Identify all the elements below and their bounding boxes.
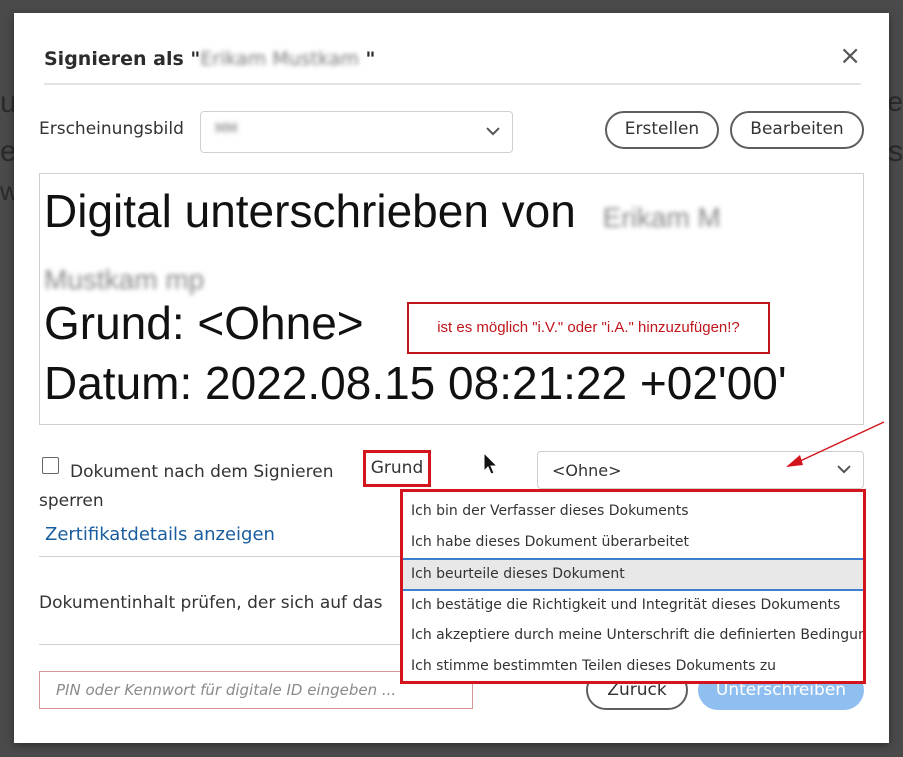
certificate-details-link[interactable]: Zertifikatdetails anzeigen bbox=[45, 524, 275, 545]
divider bbox=[39, 644, 401, 645]
title-divider bbox=[44, 83, 861, 85]
reason-option[interactable]: Ich habe dieses Dokument überarbeitet bbox=[403, 527, 863, 558]
lock-label-line2: sperren bbox=[39, 491, 104, 511]
reason-option-highlighted[interactable]: Ich beurteile dieses Dokument bbox=[403, 558, 863, 589]
reason-option[interactable]: Ich bin der Verfasser dieses Dokuments bbox=[403, 496, 863, 527]
reason-selected-value: <Ohne> bbox=[552, 461, 622, 480]
signer-name-blurred: Erikam Mustkam bbox=[200, 48, 359, 70]
preview-line-signed-by: Digital unterschrieben von Erikam M bbox=[44, 185, 721, 237]
title-prefix: Signieren als " bbox=[44, 48, 201, 70]
preview-date-line: Datum: 2022.08.15 08:21:22 +02'00' bbox=[44, 357, 787, 409]
preview-name-blurred: Mustkam mp bbox=[44, 264, 205, 295]
appearance-value: MM bbox=[215, 122, 238, 137]
lock-label-line1: Dokument nach dem Signieren bbox=[70, 462, 334, 482]
preview-name-blurred: Erikam M bbox=[602, 202, 721, 233]
signature-preview: Digital unterschrieben von Erikam M Must… bbox=[39, 173, 864, 425]
dialog-title: Signieren als "Erikam Mustkam " bbox=[44, 48, 375, 70]
appearance-select[interactable]: MM bbox=[200, 111, 513, 153]
lock-checkbox[interactable] bbox=[42, 457, 59, 474]
close-icon[interactable]: × bbox=[839, 43, 861, 69]
annotation-arrow-icon bbox=[786, 421, 885, 467]
create-button[interactable]: Erstellen bbox=[605, 111, 719, 149]
chevron-down-icon bbox=[486, 127, 500, 136]
reason-label: Grund bbox=[363, 450, 431, 487]
title-suffix: " bbox=[358, 48, 376, 70]
reason-option[interactable]: Ich stimme bestimmten Teilen dieses Doku… bbox=[403, 651, 863, 682]
divider bbox=[39, 556, 401, 557]
preview-reason-line: Grund: <Ohne> bbox=[44, 297, 364, 349]
review-content-text: Dokumentinhalt prüfen, der sich auf das bbox=[39, 593, 383, 613]
mouse-cursor-icon bbox=[483, 452, 499, 475]
reason-option[interactable]: Ich akzeptiere durch meine Unterschrift … bbox=[403, 620, 863, 651]
sign-dialog: Signieren als "Erikam Mustkam " × Ersche… bbox=[14, 13, 889, 743]
appearance-label: Erscheinungsbild bbox=[39, 119, 184, 139]
reason-option[interactable]: Ich bestätige die Richtigkeit und Integr… bbox=[403, 589, 863, 620]
edit-button[interactable]: Bearbeiten bbox=[730, 111, 864, 149]
reason-dropdown-list: Ich bin der Verfasser dieses Dokuments I… bbox=[400, 489, 866, 684]
preview-name-line: Mustkam mp bbox=[44, 246, 204, 300]
annotation-box: ist es möglich "i.V." oder "i.A." hinzuz… bbox=[407, 302, 770, 354]
